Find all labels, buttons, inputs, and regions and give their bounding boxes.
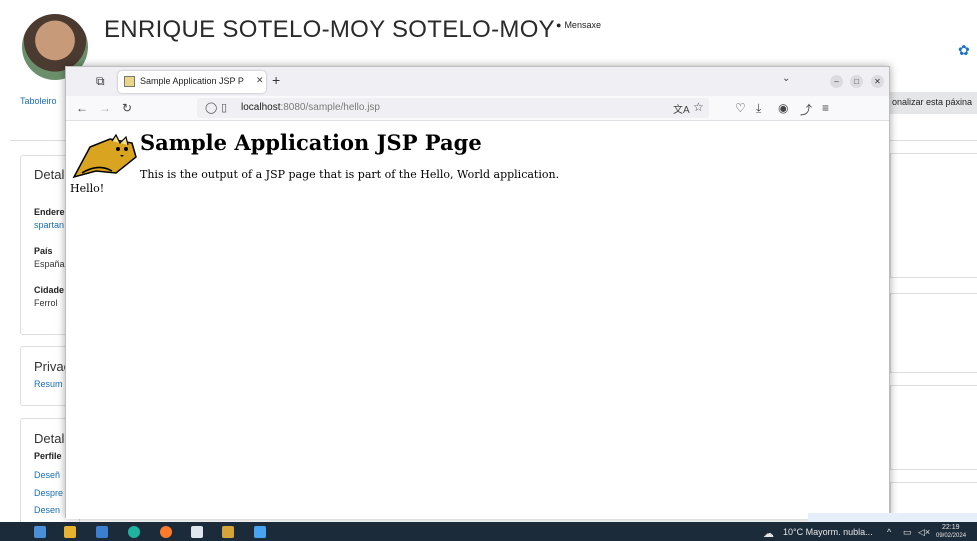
clock-date[interactable]: 09/02/2024 — [936, 533, 966, 539]
shield-icon[interactable]: ◯ — [205, 101, 217, 114]
country-label: País — [34, 246, 53, 256]
task-view-icon[interactable] — [34, 526, 46, 538]
new-tab-plus-icon[interactable]: + — [272, 72, 280, 88]
tab-title: Sample Application JSP P — [140, 76, 244, 86]
course-link[interactable]: Deseñ — [34, 470, 60, 480]
minimize-icon[interactable]: – — [830, 75, 843, 88]
forward-arrow-icon[interactable]: → — [99, 101, 111, 115]
message-link[interactable]: ● Mensaxe — [556, 20, 601, 30]
network-icon[interactable]: ▭ — [903, 527, 912, 538]
close-window-icon[interactable]: ✕ — [871, 75, 884, 88]
vscode-icon[interactable] — [191, 526, 203, 538]
speech-bubble-icon: ● — [556, 20, 562, 30]
divider — [10, 140, 70, 141]
city-label: Cidade — [34, 285, 65, 295]
city-value: Ferrol — [34, 298, 58, 308]
right-card — [890, 385, 977, 470]
url-host: localhost — [241, 102, 281, 113]
tab-sample-application[interactable]: Sample Application JSP P ✕ — [118, 71, 266, 93]
extensions-icon[interactable]: ⤴ — [800, 101, 812, 118]
firefox-icon[interactable] — [160, 526, 172, 538]
back-arrow-icon[interactable]: ← — [76, 101, 88, 115]
tab-favicon-icon — [124, 76, 135, 87]
address-label: Endere — [34, 207, 65, 217]
breadcrumb-dashboard[interactable]: Taboleiro — [20, 96, 57, 106]
weather-text[interactable]: 10°C Mayorm. nubla... — [783, 527, 873, 537]
tab-close-icon[interactable]: ✕ — [256, 75, 264, 86]
tray-icon-strip — [808, 513, 977, 522]
tray-chevron-icon[interactable]: ^ — [887, 527, 891, 537]
menu-hamburger-icon[interactable]: ≡ — [822, 101, 829, 115]
weather-icon[interactable]: ☁ — [763, 527, 774, 540]
course-profiles-label: Perfile — [34, 451, 62, 461]
page-paragraph: This is the output of a JSP page that is… — [140, 168, 560, 181]
country-value: España — [34, 259, 65, 269]
course-details-title: Detall — [34, 431, 68, 446]
gear-icon[interactable]: ✿ — [958, 42, 970, 59]
download-icon[interactable]: ⤓ — [756, 101, 761, 116]
reload-icon[interactable]: ↻ — [122, 101, 132, 115]
right-card — [890, 293, 977, 373]
url-bar[interactable]: ◯ ▯ localhost:8080/sample/hello.jsp 文A ☆ — [197, 98, 709, 118]
windows-taskbar: ☁ 10°C Mayorm. nubla... ^ ▭ ◁× 22:19 09/… — [0, 522, 977, 541]
user-details-title: Detall — [34, 167, 68, 182]
hello-output: Hello! — [70, 182, 105, 195]
right-card — [890, 153, 977, 278]
message-label: Mensaxe — [564, 20, 601, 30]
tab-bar: ⧉ Sample Application JSP P ✕ + ⌄ – □ ✕ — [66, 67, 889, 96]
address-value[interactable]: spartan — [34, 220, 64, 230]
tomcat-logo-icon — [72, 133, 137, 179]
divider — [890, 140, 977, 141]
privacy-summary-link[interactable]: Resum — [34, 379, 63, 389]
tab-list-chevron-icon[interactable]: ⌄ — [782, 73, 790, 84]
maximize-icon[interactable]: □ — [850, 75, 863, 88]
edge-icon[interactable] — [128, 526, 140, 538]
clock-time[interactable]: 22:19 — [942, 524, 960, 531]
profile-name: ENRIQUE SOTELO-MOY SOTELO-MOY — [104, 16, 555, 43]
notepad-icon[interactable] — [254, 526, 266, 538]
course-link[interactable]: Desen — [34, 505, 60, 515]
pocket-icon[interactable]: ♡ — [735, 101, 746, 115]
url-path: :8080/sample/hello.jsp — [280, 102, 380, 113]
bookmark-star-icon[interactable]: ☆ — [693, 100, 704, 114]
customize-page-button[interactable]: onalizar esta páxina — [886, 92, 977, 114]
tomcat-task-icon[interactable] — [222, 526, 234, 538]
course-link[interactable]: Despre — [34, 488, 63, 498]
tab-overview-icon[interactable]: ⧉ — [96, 74, 105, 89]
navigation-bar: ← → ↻ ◯ ▯ localhost:8080/sample/hello.js… — [66, 96, 889, 121]
page-info-icon[interactable]: ▯ — [221, 101, 227, 114]
page-content: Sample Application JSP Page This is the … — [66, 122, 889, 519]
page-heading: Sample Application JSP Page — [140, 130, 482, 155]
account-icon[interactable]: ◉ — [778, 101, 788, 115]
volume-icon[interactable]: ◁× — [918, 527, 930, 538]
firefox-window: ⧉ Sample Application JSP P ✕ + ⌄ – □ ✕ ←… — [65, 66, 890, 519]
url-text[interactable]: localhost:8080/sample/hello.jsp — [241, 102, 380, 113]
file-explorer-icon[interactable] — [64, 526, 76, 538]
translate-icon[interactable]: 文A — [673, 101, 690, 116]
mail-icon[interactable] — [96, 526, 108, 538]
